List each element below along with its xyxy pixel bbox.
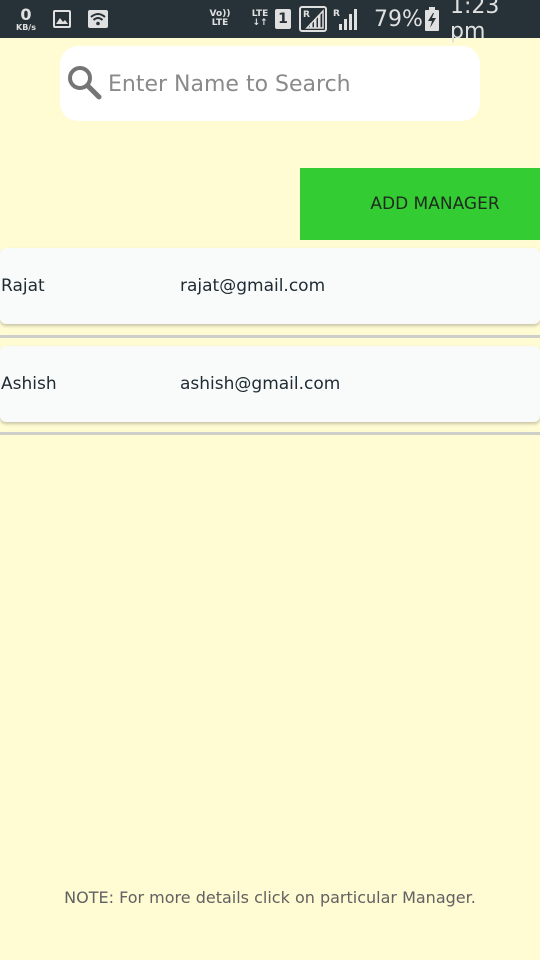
volte-indicator: Vo)) LTE — [208, 0, 232, 38]
add-manager-button[interactable]: ADD MANAGER — [300, 168, 540, 240]
list-divider — [0, 335, 540, 338]
svg-text:R: R — [333, 9, 340, 19]
status-bar: 0 KB/s Vo)) LTE LTE ↓↑ 1 R R 79% 1:23 pm — [0, 0, 540, 44]
clock: 1:23 pm — [450, 0, 500, 44]
footer-note: NOTE: For more details click on particul… — [64, 888, 476, 907]
manager-list-item[interactable]: Rajat rajat@gmail.com — [0, 248, 540, 324]
signal-icon: R — [332, 0, 358, 38]
search-icon — [68, 66, 102, 100]
sim-slot-indicator: 1 — [274, 0, 292, 38]
volte-bottom: LTE — [211, 18, 229, 28]
svg-text:R: R — [303, 10, 310, 20]
battery-charging-icon — [424, 0, 440, 38]
manager-email: rajat@gmail.com — [180, 276, 326, 296]
lte-data-indicator: LTE ↓↑ — [250, 0, 270, 38]
battery-percent: 79% — [374, 6, 423, 32]
network-speed-value: 0 — [20, 4, 32, 24]
search-input[interactable] — [108, 64, 468, 104]
signal-roaming-icon: R — [298, 0, 328, 38]
wifi-icon — [86, 0, 110, 38]
manager-name: Rajat — [1, 276, 45, 296]
search-box[interactable] — [60, 46, 480, 121]
network-speed-unit: KB/s — [16, 22, 36, 32]
image-icon — [52, 0, 72, 38]
manager-name: Ashish — [1, 374, 57, 394]
manager-list-item[interactable]: Ashish ashish@gmail.com — [0, 346, 540, 422]
list-divider — [0, 432, 540, 435]
lte-arrows: ↓↑ — [252, 18, 268, 28]
network-speed: 0 KB/s — [12, 0, 40, 38]
sim-slot-number: 1 — [275, 9, 291, 29]
manager-email: ashish@gmail.com — [180, 374, 341, 394]
